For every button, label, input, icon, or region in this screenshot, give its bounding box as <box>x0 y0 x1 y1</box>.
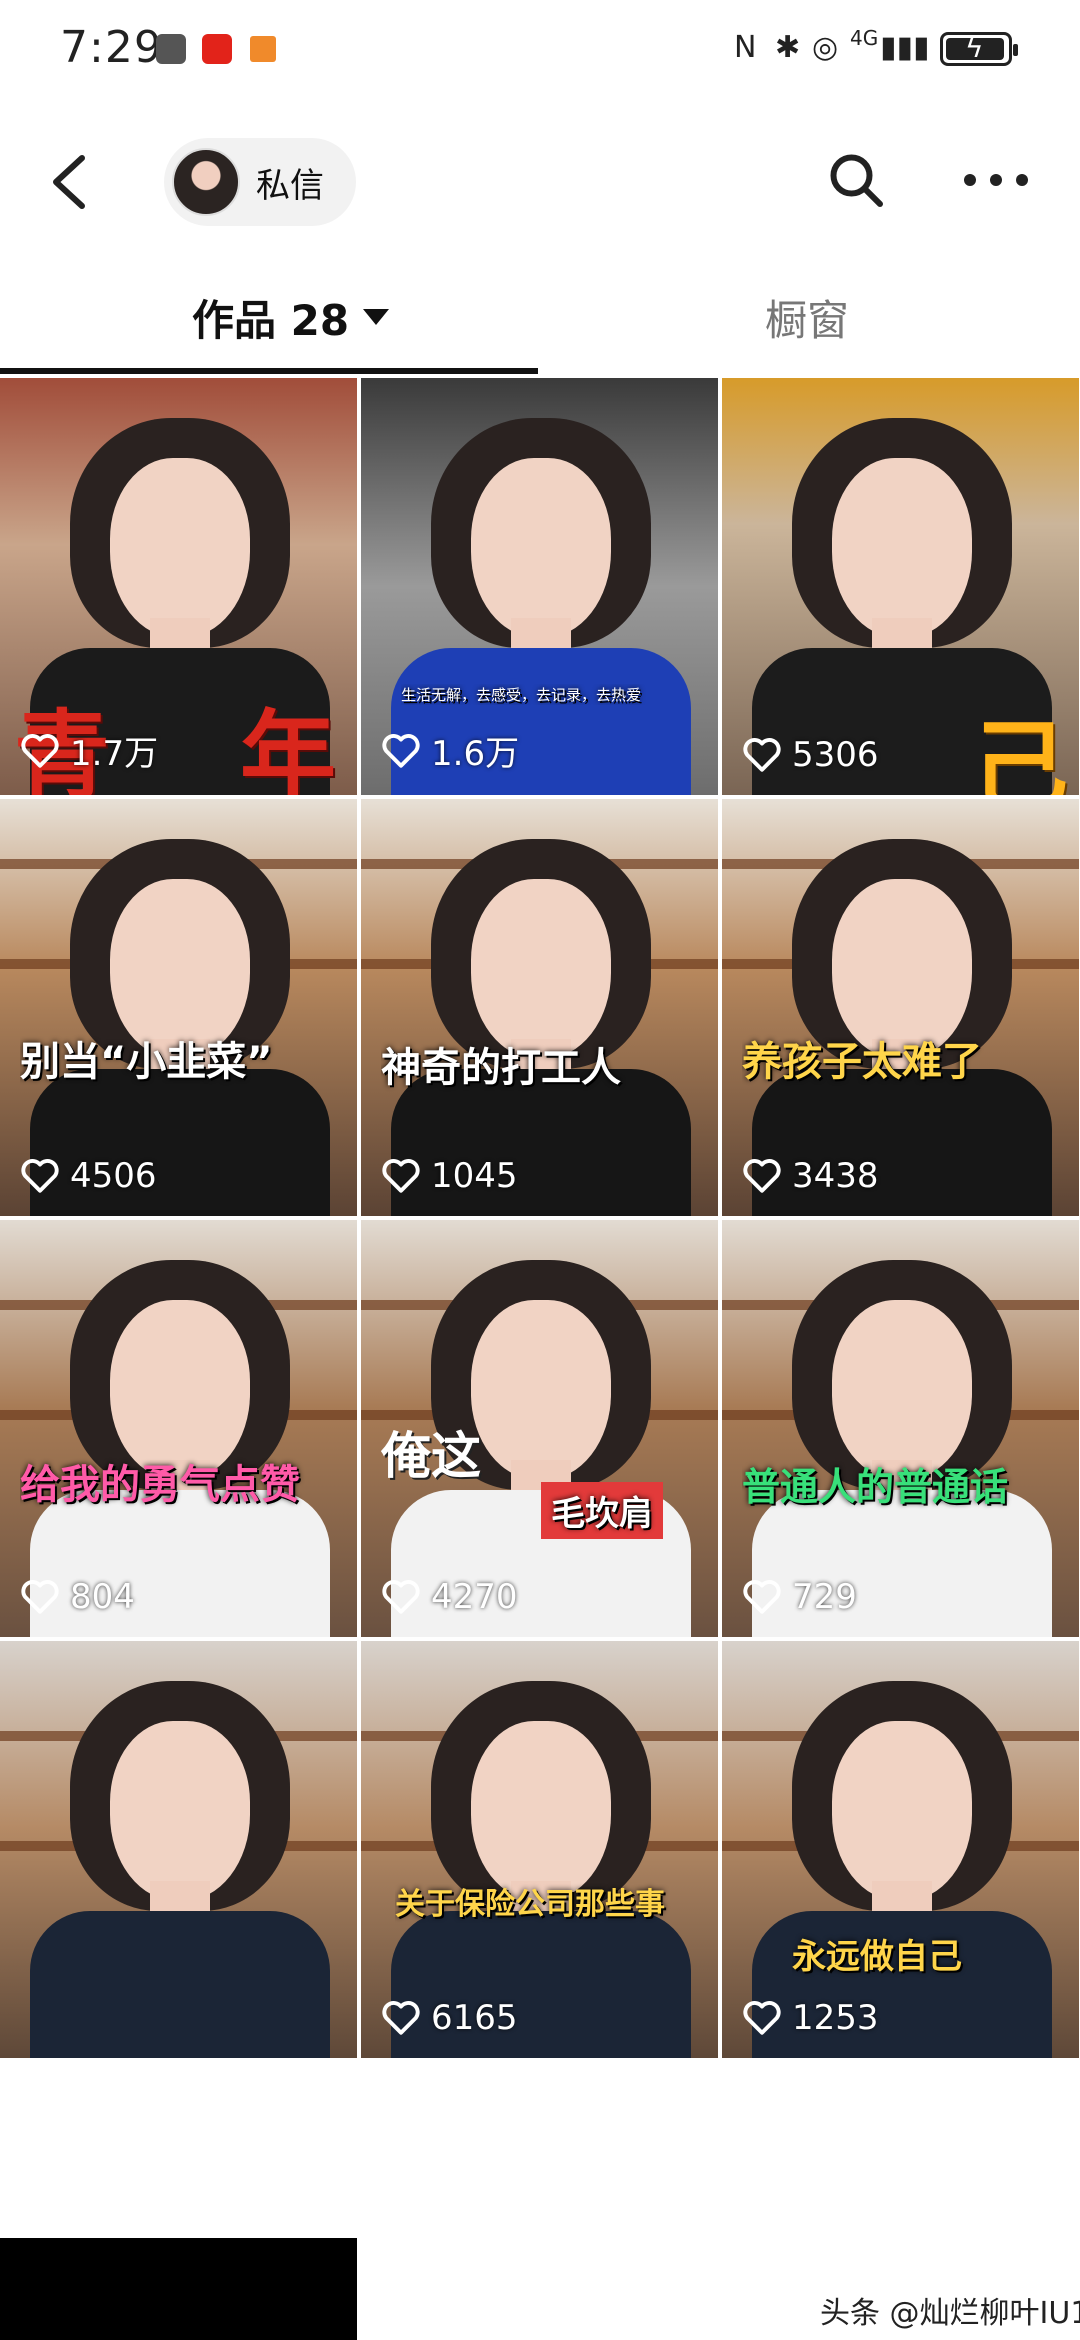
like-count-text: 4270 <box>431 1577 518 1617</box>
caret-down-icon <box>363 309 390 325</box>
video-caption: 神奇的打工人 <box>381 1045 621 1091</box>
like-count-text: 729 <box>792 1577 857 1617</box>
like-count-text: 804 <box>70 1577 135 1617</box>
dot-icon <box>964 174 976 186</box>
video-thumbnail[interactable]: 己 5306 <box>722 378 1079 795</box>
active-tab-indicator <box>0 368 538 374</box>
heart-icon <box>382 1159 420 1193</box>
top-bar: 私信 <box>0 130 1080 250</box>
status-time: 7:29 <box>60 22 163 73</box>
heart-icon <box>21 1580 59 1614</box>
back-button[interactable] <box>48 152 108 226</box>
like-count: 1.7万 <box>20 726 158 775</box>
video-caption: 永远做自己 <box>792 1937 962 1977</box>
heart-icon <box>382 2001 420 2035</box>
battery-icon: ϟ <box>940 32 1018 66</box>
bluetooth-icon: ✱ <box>775 30 801 65</box>
video-thumbnail-partial[interactable] <box>0 2238 357 2340</box>
video-thumbnail[interactable]: 生活无解，去感受，去记录，去热爱 1.6万 <box>361 378 718 795</box>
dot-icon <box>1016 174 1028 186</box>
like-count-text: 3438 <box>792 1156 879 1196</box>
heart-icon <box>743 2001 781 2035</box>
video-thumbnail[interactable] <box>0 1641 357 2058</box>
like-count: 6165 <box>381 1998 518 2038</box>
video-thumbnail[interactable]: 神奇的打工人 1045 <box>361 799 718 1216</box>
heart-icon <box>743 1159 781 1193</box>
app-screen: { "status_bar": { "time": "7:29", "right… <box>0 0 1080 2340</box>
chevron-left-icon <box>53 155 85 209</box>
watermark: 头条 @灿烂柳叶IU1 <box>820 2296 1080 2331</box>
like-count-text: 1045 <box>431 1156 518 1196</box>
video-caption: 给我的勇气点赞 <box>20 1462 300 1508</box>
heart-icon <box>21 733 59 768</box>
like-count-text: 6165 <box>431 1998 518 2038</box>
video-thumbnail[interactable]: 普通人的普通话 729 <box>722 1220 1079 1637</box>
heart-icon <box>21 1159 59 1193</box>
video-caption-tag: 毛坎肩 <box>541 1482 663 1539</box>
video-thumbnail[interactable]: 永远做自己 1253 <box>722 1641 1079 2058</box>
app-notification-icon <box>202 34 232 64</box>
like-count-text: 4506 <box>70 1156 157 1196</box>
network-type: 4G <box>850 26 879 50</box>
heart-icon <box>743 738 781 772</box>
video-caption: 普通人的普通话 <box>742 1465 1009 1509</box>
status-bar: 7:29 N ✱ ◎ 4G ▮▮▮ ϟ <box>0 0 1080 100</box>
direct-message-button[interactable]: 私信 <box>164 138 356 226</box>
like-count: 1.6万 <box>381 726 519 775</box>
tab-window-label: 橱窗 <box>765 295 850 345</box>
like-count: 3438 <box>742 1156 879 1196</box>
video-thumbnail[interactable]: 俺这 毛坎肩 4270 <box>361 1220 718 1637</box>
video-thumbnail[interactable]: 养孩子太难了 3438 <box>722 799 1079 1216</box>
video-thumbnail[interactable]: 青 年 1.7万 <box>0 378 357 795</box>
like-count-text: 1.6万 <box>431 734 520 774</box>
video-thumbnail[interactable]: 关于保险公司那些事 6165 <box>361 1641 718 2058</box>
dot-icon <box>990 174 1002 186</box>
like-count: 1253 <box>742 1998 879 2038</box>
caption-char: 己 <box>972 710 1068 795</box>
tab-works[interactable]: 作品 28 <box>192 272 390 362</box>
tab-window[interactable]: 橱窗 <box>765 272 849 362</box>
nfc-icon: N <box>734 30 757 65</box>
video-caption: 关于保险公司那些事 <box>395 1887 665 1922</box>
heart-icon <box>743 1580 781 1614</box>
app-notification-icon <box>156 34 186 64</box>
dm-label: 私信 <box>256 165 324 206</box>
like-count: 729 <box>742 1577 857 1617</box>
like-count: 5306 <box>742 735 879 775</box>
caption-char: 年 <box>240 700 336 795</box>
heart-icon <box>382 1580 420 1614</box>
avatar <box>172 148 240 216</box>
heart-icon <box>382 733 420 768</box>
video-caption: 养孩子太难了 <box>742 1039 982 1085</box>
more-options-button[interactable] <box>964 168 1028 192</box>
video-caption: 俺这 <box>381 1427 481 1485</box>
like-count: 4270 <box>381 1577 518 1617</box>
like-count: 804 <box>20 1577 135 1617</box>
app-notification-icon <box>250 36 276 62</box>
tab-works-label: 作品 28 <box>192 295 350 345</box>
like-count-text: 1.7万 <box>70 734 159 774</box>
search-icon[interactable] <box>826 150 886 210</box>
like-count-text: 5306 <box>792 735 879 775</box>
hotspot-icon: ◎ <box>812 30 839 65</box>
like-count: 4506 <box>20 1156 157 1196</box>
video-thumbnail[interactable]: 给我的勇气点赞 804 <box>0 1220 357 1637</box>
video-caption: 生活无解，去感受，去记录，去热爱 <box>401 686 642 704</box>
like-count: 1045 <box>381 1156 518 1196</box>
video-thumbnail[interactable]: 别当“小韭菜” 4506 <box>0 799 357 1216</box>
profile-tabs: 作品 28 橱窗 <box>0 272 1080 374</box>
signal-icon: ▮▮▮ <box>880 30 930 65</box>
like-count-text: 1253 <box>792 1998 879 2038</box>
video-caption: 别当“小韭菜” <box>20 1039 273 1085</box>
